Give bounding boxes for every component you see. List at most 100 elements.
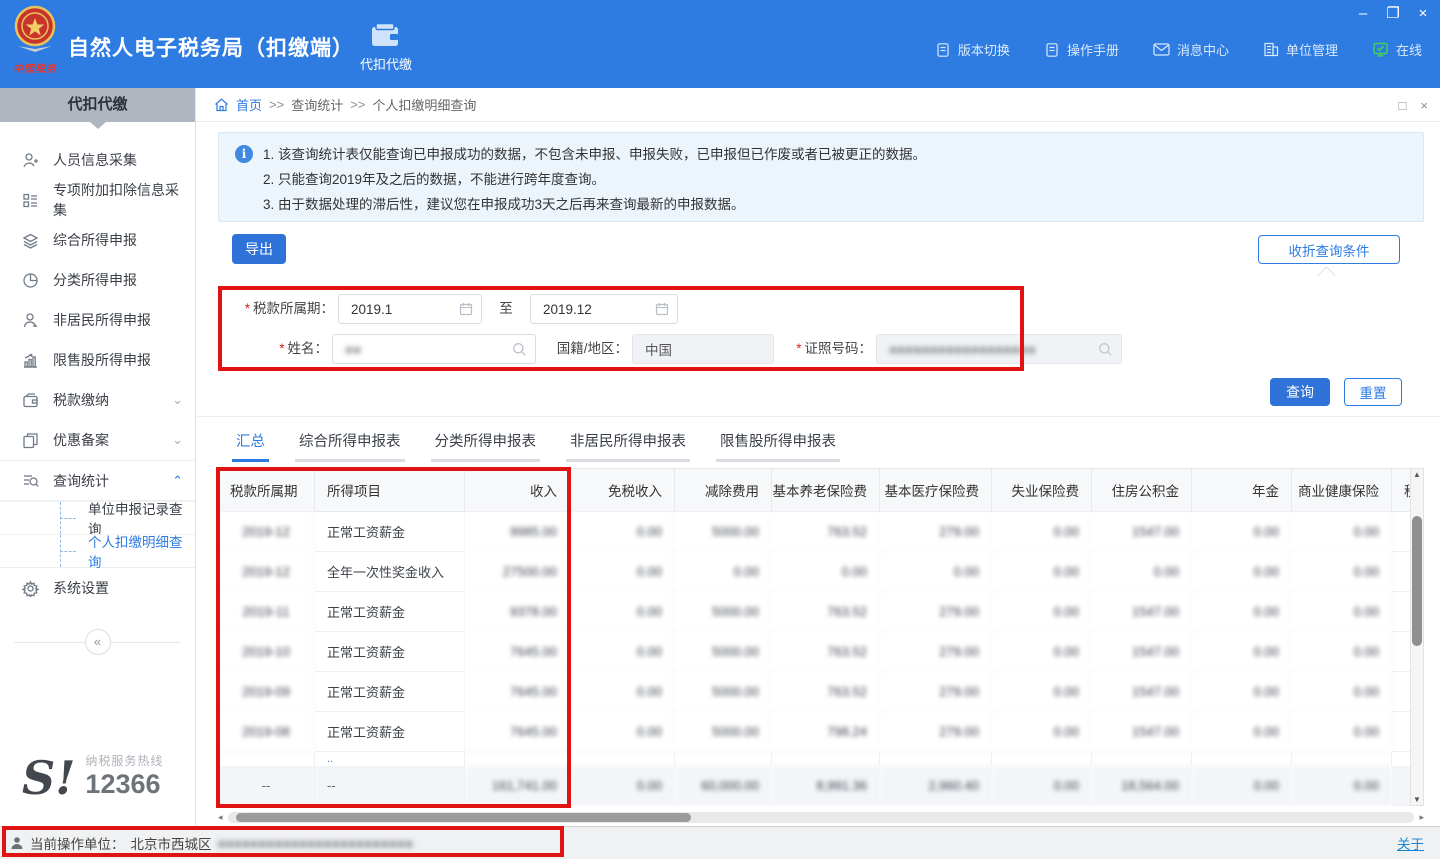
table-cell (1392, 592, 1410, 632)
sidebar-item-label: 税款缴纳 (53, 390, 109, 410)
tab-综合所得申报表[interactable]: 综合所得申报表 (295, 428, 405, 462)
horizontal-scrollbar[interactable]: ◂ ▸ (218, 811, 1424, 825)
table-cell: 0.00 (1292, 592, 1392, 632)
table-cell (772, 752, 880, 766)
period-to-input[interactable]: 2019.12 (530, 294, 678, 324)
sidebar-menu: 人员信息采集专项附加扣除信息采集综合所得申报分类所得申报非居民所得申报限售股所得… (0, 122, 195, 608)
sidebar-item-系统设置[interactable]: 系统设置 (0, 568, 195, 608)
table-cell: 0.00 (1292, 672, 1392, 712)
table-cell: 2019-10 (218, 632, 315, 672)
scroll-up-icon[interactable]: ▲ (1411, 470, 1423, 479)
table-cell (1392, 672, 1410, 712)
reset-button[interactable]: 重置 (1344, 378, 1402, 406)
close-icon[interactable]: × (1414, 4, 1432, 22)
table-cell: 正常工资薪金 (315, 712, 465, 752)
horizontal-scroll-thumb[interactable] (236, 813, 691, 822)
sidebar-item-专项附加扣除信息采集[interactable]: 专项附加扣除信息采集 (0, 180, 195, 220)
column-header: 税款所属期 (218, 468, 315, 512)
sidebar-item-税款缴纳[interactable]: 税款缴纳⌄ (0, 380, 195, 420)
panel-maximize-icon[interactable]: □ (1399, 98, 1407, 113)
scroll-right-icon[interactable]: ▸ (1419, 812, 1424, 823)
table-cell (218, 752, 315, 766)
header-link-操作手册[interactable]: 操作手册 (1044, 40, 1119, 59)
table-cell (1392, 712, 1410, 752)
table-cell (1092, 752, 1192, 766)
header-link-消息中心[interactable]: 消息中心 (1153, 40, 1229, 59)
person-icon (10, 836, 24, 850)
sidebar-collapse-button[interactable]: « (85, 629, 111, 655)
sidebar-item-非居民所得申报[interactable]: 非居民所得申报 (0, 300, 195, 340)
vertical-scrollbar[interactable]: ▲ ▼ (1410, 468, 1424, 806)
sidebar-item-人员信息采集[interactable]: 人员信息采集 (0, 140, 195, 180)
header-link-在线[interactable]: 在线 (1372, 40, 1422, 59)
org-icon (1263, 42, 1279, 57)
sidebar-subitem-个人扣缴明细查询[interactable]: 个人扣缴明细查询 (0, 534, 195, 567)
table-cell (1392, 632, 1410, 672)
home-icon[interactable] (214, 98, 229, 112)
tab-非居民所得申报表[interactable]: 非居民所得申报表 (566, 428, 690, 462)
breadcrumb-level1: 查询统计 (291, 95, 343, 114)
hotline-label: 纳税服务热线 (85, 754, 163, 768)
header-link-版本切换[interactable]: 版本切换 (935, 40, 1010, 59)
restore-icon[interactable]: ❐ (1384, 4, 1402, 22)
sidebar-item-综合所得申报[interactable]: 综合所得申报 (0, 220, 195, 260)
table-cell: 5000.00 (675, 712, 772, 752)
breadcrumb-separator: >> (350, 97, 365, 112)
vertical-scroll-thumb[interactable] (1412, 516, 1422, 646)
table-cell: 0.00 (1292, 512, 1392, 552)
document-icon (1044, 42, 1060, 58)
table-cell: 763.52 (772, 592, 880, 632)
sidebar: 代扣代缴 人员信息采集专项附加扣除信息采集综合所得申报分类所得申报非居民所得申报… (0, 88, 196, 826)
hotline-logo: S! 纳税服务热线 12366 (22, 752, 163, 798)
pie-chart-icon (22, 272, 39, 289)
header-link-单位管理[interactable]: 单位管理 (1263, 40, 1338, 59)
sidebar-item-优惠备案[interactable]: 优惠备案⌄ (0, 420, 195, 460)
collapse-query-button[interactable]: 收折查询条件 (1258, 235, 1400, 264)
name-input[interactable]: ●● (332, 334, 536, 364)
sidebar-subitem-单位申报记录查询[interactable]: 单位申报记录查询 (0, 501, 195, 534)
breadcrumb-home[interactable]: 首页 (236, 95, 262, 114)
table-cell: 1547.00 (1092, 672, 1192, 712)
about-link[interactable]: 关于 (1397, 833, 1424, 853)
search-button[interactable]: 查询 (1270, 378, 1330, 406)
table-cell: 279.00 (880, 592, 992, 632)
sidebar-item-查询统计[interactable]: 查询统计⌃ (0, 460, 195, 500)
table-cell: 正常工资薪金 (315, 632, 465, 672)
app-header: 中国税务 自然人电子税务局（扣缴端） 代扣代缴 版本切换操作手册消息中心单位管理… (0, 0, 1440, 88)
table-cell: 全年一次性奖金收入 (315, 552, 465, 592)
table-total-row: ----161,741.000.0060,000.008,991.362,960… (218, 766, 1410, 806)
table-cell: 0.00 (1192, 632, 1292, 672)
table-cell: 5000.00 (675, 632, 772, 672)
scroll-down-icon[interactable]: ▼ (1411, 795, 1423, 804)
table-cell: 1547.00 (1092, 712, 1192, 752)
tab-分类所得申报表[interactable]: 分类所得申报表 (431, 428, 541, 462)
sidebar-item-label: 系统设置 (53, 578, 109, 598)
column-header: 基本医疗保险费 (880, 468, 992, 512)
table-row: 2019-10正常工资薪金7645.000.005000.00763.52279… (218, 632, 1410, 672)
sidebar-item-分类所得申报[interactable]: 分类所得申报 (0, 260, 195, 300)
tab-汇总[interactable]: 汇总 (232, 428, 269, 462)
tab-withholding-module[interactable]: 代扣代缴 (348, 12, 424, 82)
sidebar-item-限售股所得申报[interactable]: 限售股所得申报 (0, 340, 195, 380)
tab-限售股所得申报表[interactable]: 限售股所得申报表 (716, 428, 840, 462)
search-icon[interactable] (1098, 342, 1113, 357)
notice-line: 1. 该查询统计表仅能查询已申报成功的数据，不包含未申报、申报失败，已申报但已作… (263, 142, 1407, 167)
hotline-number: 12366 (85, 769, 160, 799)
table-row: 2019-12正常工资薪金9985.000.005000.00763.52279… (218, 512, 1410, 552)
certificate-label: *证照号码： (790, 334, 872, 364)
table-cell: 7645.00 (465, 672, 570, 712)
calendar-icon[interactable] (459, 302, 473, 316)
panel-close-icon[interactable]: × (1420, 98, 1428, 113)
minimize-icon[interactable]: – (1354, 4, 1372, 22)
scroll-left-icon[interactable]: ◂ (218, 812, 223, 823)
table-cell: 0.00 (1092, 552, 1192, 592)
period-from-input[interactable]: 2019.1 (338, 294, 482, 324)
export-button[interactable]: 导出 (232, 234, 286, 264)
table-cell: 763.52 (772, 672, 880, 712)
table-cell: 0.00 (1192, 712, 1292, 752)
breadcrumb-separator: >> (269, 97, 284, 112)
sidebar-header: 代扣代缴 (0, 88, 195, 122)
search-icon[interactable] (512, 342, 527, 357)
calendar-icon[interactable] (655, 302, 669, 316)
table-cell: 0.00 (992, 632, 1092, 672)
